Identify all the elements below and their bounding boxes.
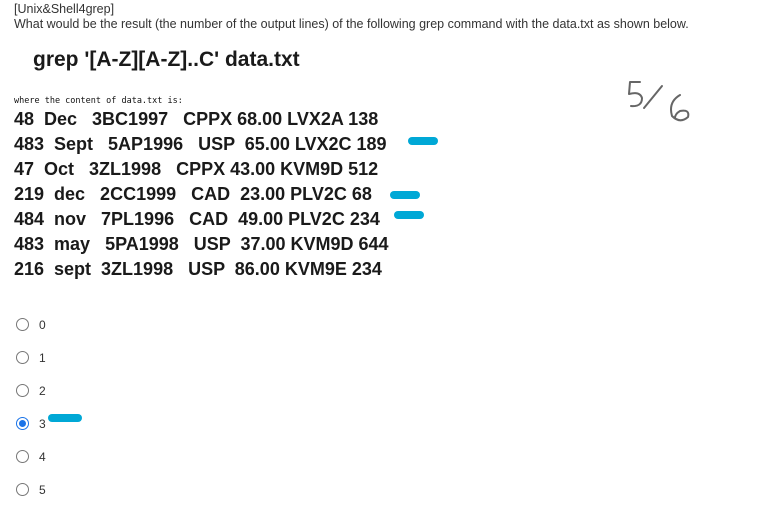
highlight-mark [408, 137, 438, 145]
option-label: 5 [39, 482, 46, 497]
highlight-mark [48, 414, 82, 422]
question-text: What would be the result (the number of … [14, 17, 689, 31]
data-line: 47 Oct 3ZL1998 CPPX 43.00 KVM9D 512 [14, 159, 379, 179]
data-line: 216 sept 3ZL1998 USP 86.00 KVM9E 234 [14, 259, 382, 279]
data-line: 483 may 5PA1998 USP 37.00 KVM9D 644 [14, 234, 389, 254]
question-tag: [Unix&Shell4grep] [14, 2, 115, 16]
option-2[interactable]: 2 [16, 374, 46, 407]
handwritten-score-note [628, 81, 690, 122]
grep-command: grep '[A-Z][A-Z]..C' data.txt [33, 48, 300, 71]
radio-button-selected[interactable] [16, 417, 29, 430]
option-label: 2 [39, 383, 46, 398]
option-label: 1 [39, 350, 46, 365]
data-file-content: 48 Dec 3BC1997 CPPX 68.00 LVX2A 138 483 … [14, 107, 389, 282]
option-label: 0 [39, 317, 46, 332]
radio-button[interactable] [16, 450, 29, 463]
option-label: 4 [39, 449, 46, 464]
radio-button[interactable] [16, 384, 29, 397]
data-line: 483 Sept 5AP1996 USP 65.00 LVX2C 189 [14, 134, 387, 154]
radio-button[interactable] [16, 483, 29, 496]
option-0[interactable]: 0 [16, 308, 46, 341]
data-line: 484 nov 7PL1996 CAD 49.00 PLV2C 234 [14, 209, 380, 229]
data-caption: where the content of data.txt is: [14, 96, 183, 106]
radio-button[interactable] [16, 351, 29, 364]
option-1[interactable]: 1 [16, 341, 46, 374]
option-label: 3 [39, 416, 46, 431]
radio-button[interactable] [16, 318, 29, 331]
highlight-mark [394, 211, 424, 219]
option-4[interactable]: 4 [16, 440, 46, 473]
option-5[interactable]: 5 [16, 473, 46, 506]
data-line: 219 dec 2CC1999 CAD 23.00 PLV2C 68 [14, 184, 372, 204]
data-line: 48 Dec 3BC1997 CPPX 68.00 LVX2A 138 [14, 109, 379, 129]
highlight-mark [390, 191, 420, 199]
option-3[interactable]: 3 [16, 407, 46, 440]
answer-options: 0 1 2 3 4 5 [16, 308, 46, 506]
